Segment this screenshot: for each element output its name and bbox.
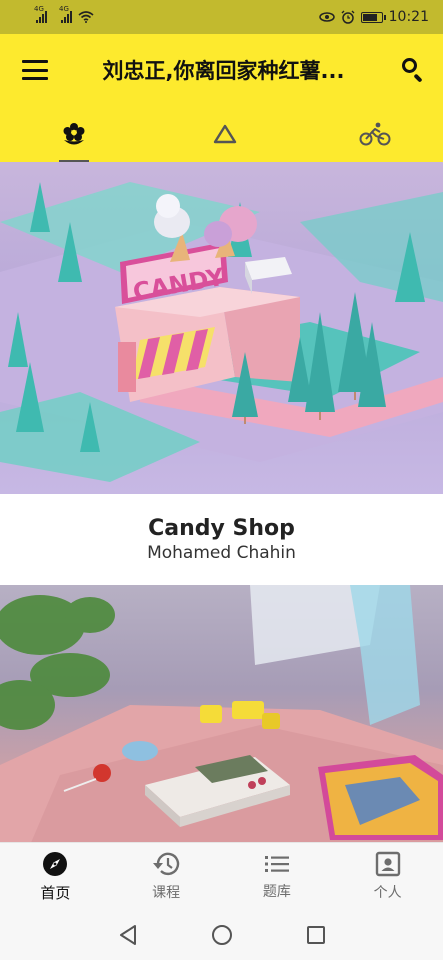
nav-item-home[interactable]: 首页 [0,843,111,910]
tab-flower[interactable] [54,114,94,154]
nav-label: 课程 [152,885,181,901]
card-title: Candy Shop [148,516,295,541]
bicycle-icon [359,122,391,146]
nav-label: 题库 [262,884,291,900]
status-bar: 4G 4G 10:21 [0,0,443,34]
contact-icon [375,851,400,877]
signal-icon: 4G [59,5,72,23]
card-image[interactable]: CANDY [0,162,443,494]
triangle-icon [213,124,236,144]
card-caption: Candy Shop Mohamed Chahin [0,494,443,585]
tab-bicycle[interactable] [355,114,395,154]
compass-icon [43,851,68,876]
status-time: 10:21 [388,9,429,25]
search-icon[interactable] [399,56,427,84]
home-icon[interactable] [210,923,234,947]
list-icon [264,856,289,872]
eye-comfort-icon [318,12,335,22]
status-left: 4G 4G [34,5,94,23]
nav-item-courses[interactable]: 课程 [111,843,222,910]
feed[interactable]: CANDY Candy Shop Mohamed Chahin [0,162,443,842]
page-title: 刘忠正,你离回家种红薯... [102,59,345,83]
battery-icon [360,11,386,23]
candy-shop-illustration: CANDY [0,182,443,482]
back-icon[interactable] [116,923,140,947]
recents-icon[interactable] [304,923,328,947]
hamburger-menu-icon[interactable] [22,60,48,80]
nav-label: 首页 [40,883,71,902]
app-header: 刘忠正,你离回家种红薯... [0,34,443,162]
gameboy-illustration [0,585,443,842]
nav-label: 个人 [373,885,402,901]
signal-icon: 4G [34,5,47,23]
toolbar: 刘忠正,你离回家种红薯... [0,34,443,106]
bottom-nav: 首页 课程 题库 个人 [0,842,443,910]
tab-bar [0,106,443,162]
alarm-icon [341,10,355,24]
card-candy-shop[interactable]: CANDY Candy Shop Mohamed Chahin [0,162,443,585]
flower-icon [63,123,85,145]
tab-triangle[interactable] [205,114,245,154]
nav-item-profile[interactable]: 个人 [332,843,443,910]
history-icon [153,852,180,876]
system-nav-bar [0,910,443,960]
status-right: 10:21 [318,9,429,25]
wifi-icon [78,11,94,23]
card-gameboy[interactable] [0,585,443,842]
card-author: Mohamed Chahin [147,543,296,563]
card-image[interactable] [0,585,443,842]
nav-item-question-bank[interactable]: 题库 [222,843,333,910]
